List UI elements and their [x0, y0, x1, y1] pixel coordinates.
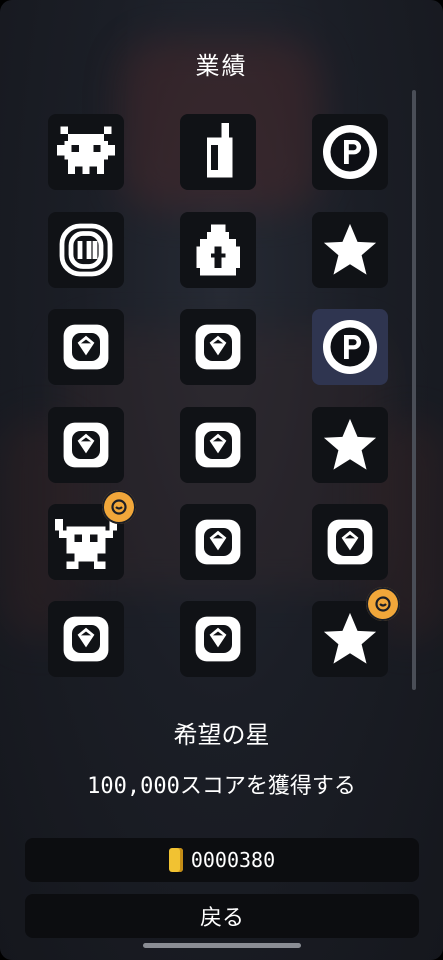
locked-gem-icon [190, 319, 246, 375]
locked-gem-icon [58, 319, 114, 375]
achievements-screen: 業績 希望の星 100,000スコアを獲得する 0000380 戻る [0, 0, 443, 960]
coin-counter: 0000380 [25, 838, 419, 882]
locked-gem-icon [190, 611, 246, 667]
star-icon [321, 610, 379, 668]
back-button[interactable]: 戻る [25, 894, 419, 938]
coin-icon [168, 848, 183, 872]
locked-gem-icon [58, 611, 114, 667]
battery-icon [189, 123, 247, 181]
achievement-cell[interactable] [48, 407, 124, 483]
achievement-cell[interactable] [48, 212, 124, 288]
achievement-cell[interactable] [180, 407, 256, 483]
locked-gem-icon [322, 514, 378, 570]
achievement-cell[interactable] [48, 601, 124, 677]
monster-icon [57, 123, 115, 181]
scrollbar[interactable] [412, 90, 416, 690]
achievement-cell[interactable] [180, 504, 256, 580]
achievement-cell[interactable] [48, 309, 124, 385]
achievement-cell[interactable] [312, 407, 388, 483]
locked-gem-icon [190, 514, 246, 570]
achievement-description: 100,000スコアを獲得する [87, 774, 356, 799]
achievement-cell[interactable] [180, 212, 256, 288]
locked-gem-icon [190, 417, 246, 473]
achievement-cell[interactable] [48, 114, 124, 190]
achievement-grid [0, 0, 443, 700]
achievement-cell[interactable] [180, 309, 256, 385]
p-coin-icon [320, 317, 380, 377]
achievement-cell[interactable] [312, 114, 388, 190]
ring-coin-icon [56, 220, 116, 280]
star-icon [321, 221, 379, 279]
achievement-cell[interactable] [312, 309, 388, 385]
p-coin-icon [320, 122, 380, 182]
star-icon [321, 416, 379, 474]
achievement-cell[interactable] [312, 212, 388, 288]
new-badge-icon [366, 587, 400, 621]
money-bag-icon [189, 221, 247, 279]
achievement-cell[interactable] [180, 601, 256, 677]
achievement-name: 希望の星 [173, 721, 270, 749]
locked-gem-icon [58, 417, 114, 473]
home-indicator[interactable] [143, 943, 301, 948]
achievement-cell[interactable] [312, 504, 388, 580]
coin-value: 0000380 [190, 848, 276, 872]
new-badge-icon [102, 490, 136, 524]
achievement-cell[interactable] [180, 114, 256, 190]
